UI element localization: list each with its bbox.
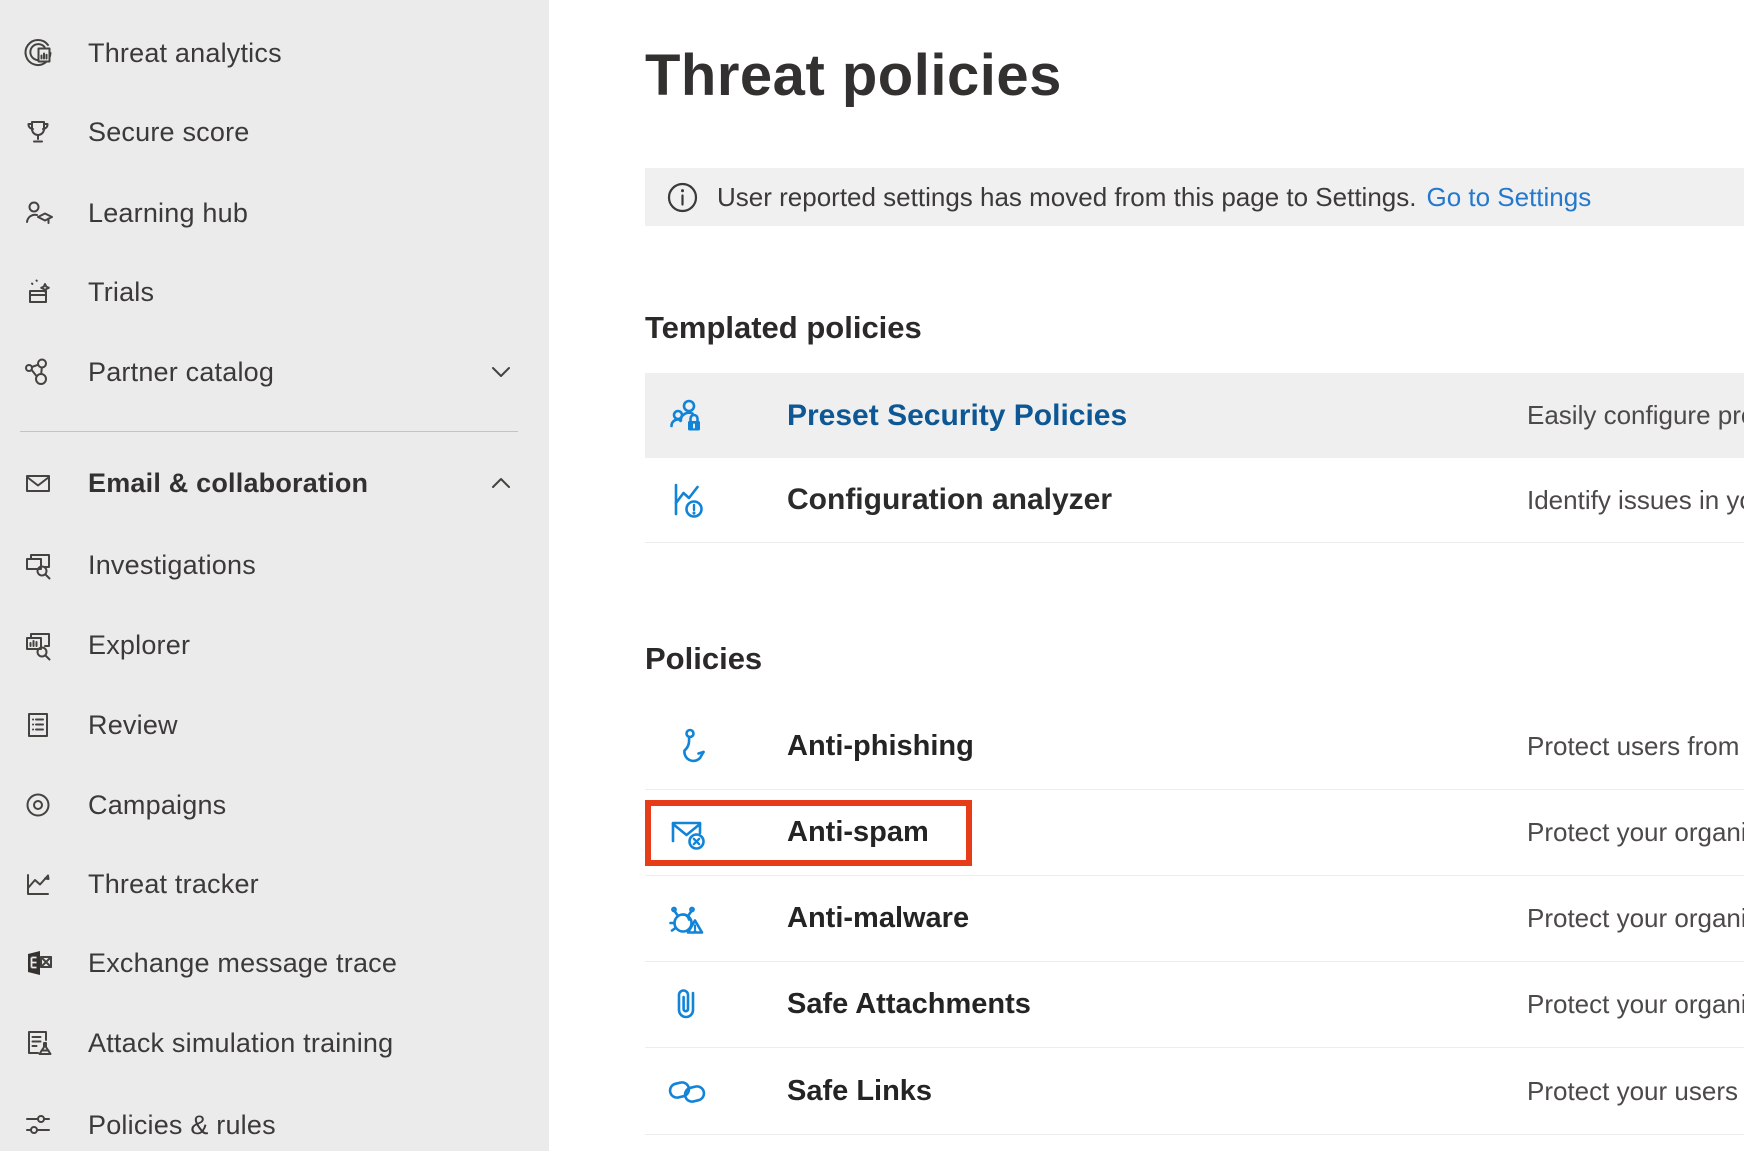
attack-simulation-icon bbox=[20, 1025, 56, 1061]
secure-score-icon bbox=[20, 114, 56, 150]
sidebar-item-threat-tracker[interactable]: Threat tracker bbox=[0, 856, 549, 912]
row-safe-links[interactable]: Safe Links Protect your users fr bbox=[645, 1048, 1744, 1135]
sidebar-item-label: Investigations bbox=[88, 550, 256, 581]
explorer-icon bbox=[20, 627, 56, 663]
sidebar-item-label: Secure score bbox=[88, 117, 249, 148]
sidebar-item-learning-hub[interactable]: Learning hub bbox=[0, 185, 549, 241]
anti-spam-icon bbox=[665, 811, 709, 855]
sidebar-item-label: Review bbox=[88, 710, 178, 741]
info-banner: User reported settings has moved from th… bbox=[645, 168, 1744, 226]
sidebar-item-partner-catalog[interactable]: Partner catalog bbox=[0, 344, 549, 400]
row-preset-security-policies[interactable]: Preset Security Policies Easily configur… bbox=[645, 373, 1744, 458]
row-description: Protect your organiz bbox=[1527, 817, 1744, 848]
preset-security-policies-icon bbox=[665, 394, 709, 438]
sidebar-item-label: Trials bbox=[88, 277, 154, 308]
anti-malware-icon bbox=[665, 897, 709, 941]
threat-analytics-icon bbox=[20, 35, 56, 71]
sidebar-item-policies-rules[interactable]: Policies & rules bbox=[0, 1097, 549, 1151]
sidebar-item-threat-analytics[interactable]: Threat analytics bbox=[0, 25, 549, 81]
sidebar: Threat analytics Secure score Learning h… bbox=[0, 0, 549, 1151]
row-label[interactable]: Safe Links bbox=[787, 1075, 932, 1108]
sidebar-item-label: Threat analytics bbox=[88, 38, 282, 69]
threat-policies-page: Threat analytics Secure score Learning h… bbox=[0, 0, 1744, 1151]
learning-hub-icon bbox=[20, 195, 56, 231]
row-anti-malware[interactable]: Anti-malware Protect your organiz bbox=[645, 876, 1744, 962]
policies-rules-icon bbox=[20, 1107, 56, 1143]
sidebar-item-investigations[interactable]: Investigations bbox=[0, 537, 549, 593]
main-content: Threat policies User reported settings h… bbox=[549, 0, 1744, 1151]
investigations-icon bbox=[20, 547, 56, 583]
chevron-up-icon[interactable] bbox=[486, 468, 516, 498]
row-label-link[interactable]: Preset Security Policies bbox=[787, 399, 1127, 433]
row-safe-attachments[interactable]: Safe Attachments Protect your organiz bbox=[645, 962, 1744, 1048]
sidebar-item-review[interactable]: Review bbox=[0, 697, 549, 753]
row-description: Easily configure prot bbox=[1527, 400, 1744, 431]
sidebar-item-label: Policies & rules bbox=[88, 1110, 276, 1141]
row-label[interactable]: Safe Attachments bbox=[787, 988, 1031, 1021]
sidebar-item-label: Explorer bbox=[88, 630, 190, 661]
row-description: Protect your users fr bbox=[1527, 1076, 1744, 1107]
trials-icon bbox=[20, 274, 56, 310]
exchange-icon bbox=[20, 945, 56, 981]
campaigns-icon bbox=[20, 787, 56, 823]
row-description: Identify issues in you bbox=[1527, 485, 1744, 516]
info-icon bbox=[667, 182, 698, 213]
sidebar-item-campaigns[interactable]: Campaigns bbox=[0, 777, 549, 833]
sidebar-item-exchange-message-trace[interactable]: Exchange message trace bbox=[0, 935, 549, 991]
sidebar-item-email-collaboration[interactable]: Email & collaboration bbox=[0, 455, 549, 511]
policies-heading: Policies bbox=[645, 641, 762, 677]
review-icon bbox=[20, 707, 56, 743]
banner-message: User reported settings has moved from th… bbox=[717, 182, 1416, 213]
configuration-analyzer-icon bbox=[665, 478, 709, 522]
row-label[interactable]: Anti-malware bbox=[787, 902, 969, 935]
safe-attachments-icon bbox=[665, 983, 709, 1027]
row-label[interactable]: Configuration analyzer bbox=[787, 483, 1112, 517]
page-title: Threat policies bbox=[645, 42, 1062, 109]
row-description: Protect your organiz bbox=[1527, 989, 1744, 1020]
sidebar-item-explorer[interactable]: Explorer bbox=[0, 617, 549, 673]
go-to-settings-link[interactable]: Go to Settings bbox=[1426, 182, 1591, 213]
sidebar-item-label: Attack simulation training bbox=[88, 1028, 393, 1059]
threat-tracker-icon bbox=[20, 866, 56, 902]
row-anti-phishing[interactable]: Anti-phishing Protect users from p bbox=[645, 704, 1744, 790]
sidebar-item-label: Learning hub bbox=[88, 198, 248, 229]
sidebar-item-trials[interactable]: Trials bbox=[0, 264, 549, 320]
anti-phishing-icon bbox=[665, 725, 709, 769]
row-label[interactable]: Anti-phishing bbox=[787, 730, 974, 763]
row-label[interactable]: Anti-spam bbox=[787, 816, 929, 849]
partner-catalog-icon bbox=[20, 354, 56, 390]
sidebar-item-label: Partner catalog bbox=[88, 357, 274, 388]
row-anti-spam[interactable]: Anti-spam Protect your organiz bbox=[645, 790, 1744, 876]
chevron-down-icon[interactable] bbox=[486, 357, 516, 387]
sidebar-item-secure-score[interactable]: Secure score bbox=[0, 104, 549, 160]
sidebar-item-label: Exchange message trace bbox=[88, 948, 397, 979]
email-collaboration-icon bbox=[20, 465, 56, 501]
safe-links-icon bbox=[665, 1069, 709, 1113]
sidebar-divider bbox=[20, 431, 518, 432]
row-description: Protect users from p bbox=[1527, 731, 1744, 762]
row-description: Protect your organiz bbox=[1527, 903, 1744, 934]
sidebar-item-label: Campaigns bbox=[88, 790, 226, 821]
sidebar-item-label: Threat tracker bbox=[88, 869, 259, 900]
row-configuration-analyzer[interactable]: Configuration analyzer Identify issues i… bbox=[645, 458, 1744, 543]
sidebar-item-attack-simulation-training[interactable]: Attack simulation training bbox=[0, 1015, 549, 1071]
sidebar-item-label: Email & collaboration bbox=[88, 468, 368, 499]
templated-policies-heading: Templated policies bbox=[645, 310, 922, 346]
